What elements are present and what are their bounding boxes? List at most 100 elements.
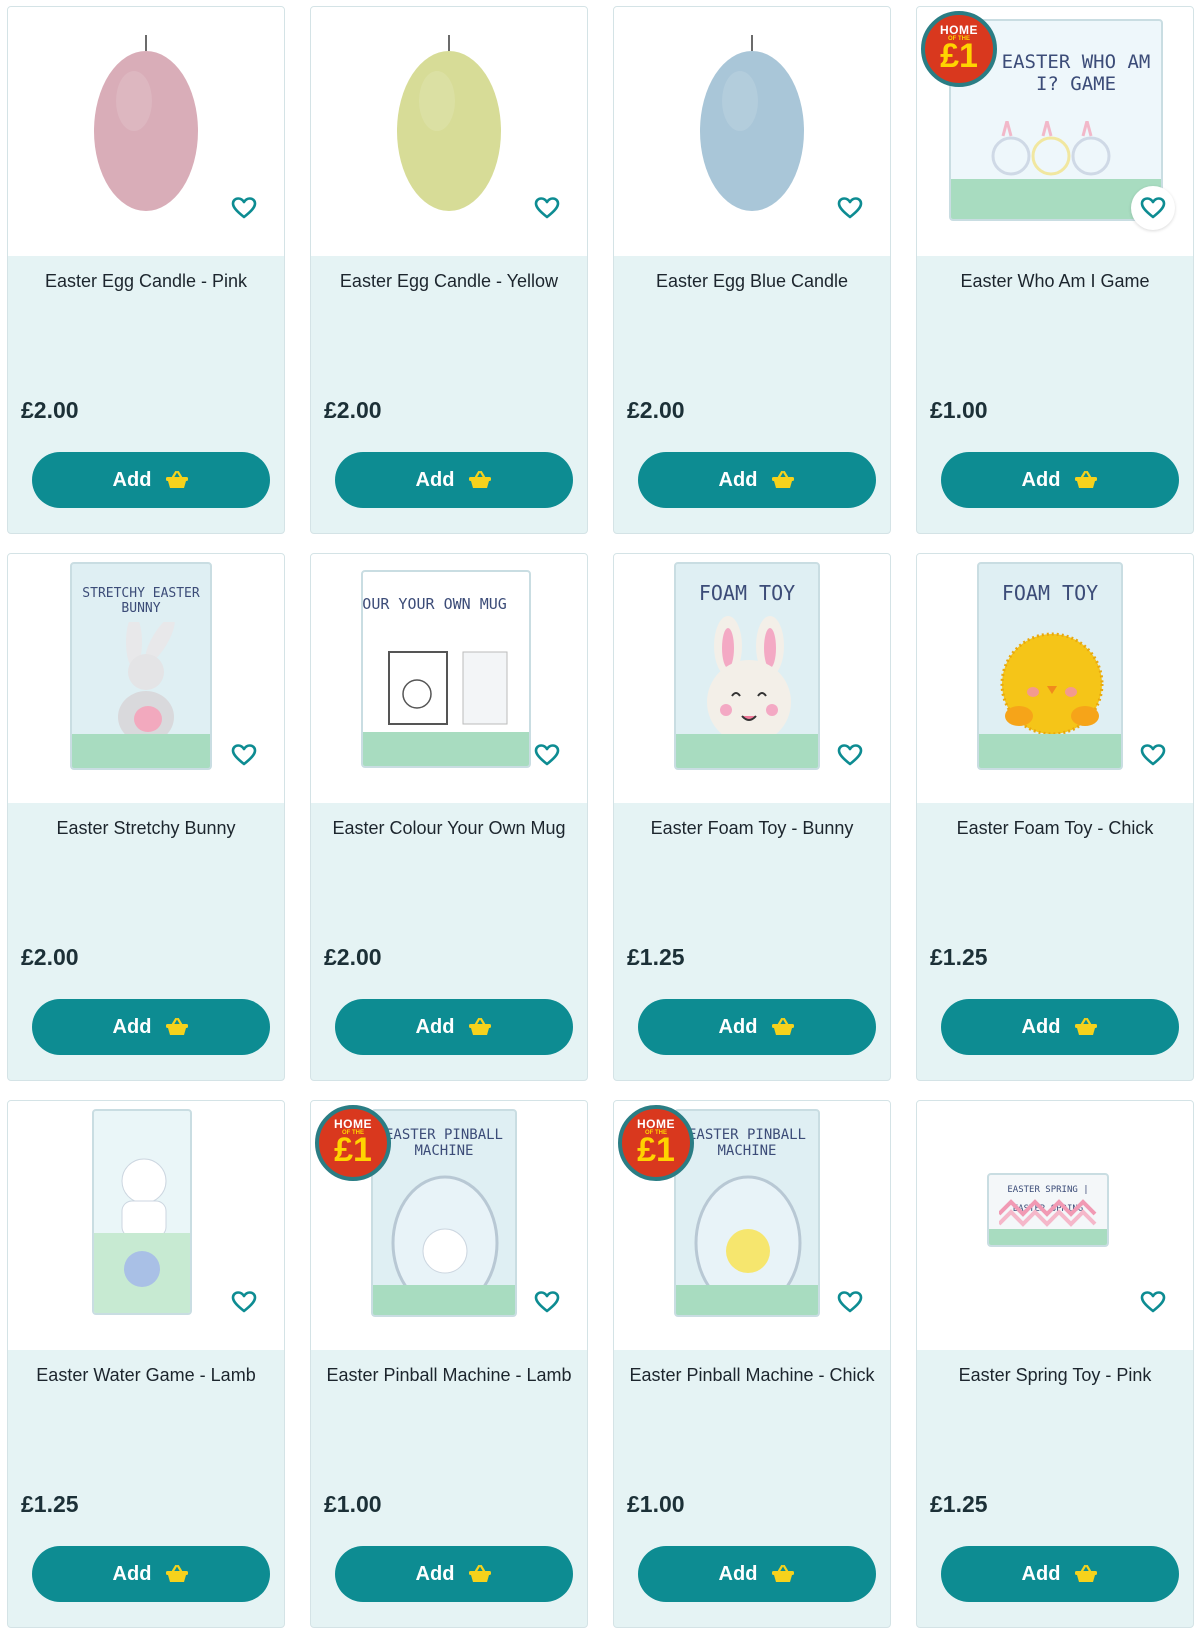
product-card[interactable]: Easter Egg Candle - Pink £2.00 Add — [7, 6, 285, 534]
product-image-area[interactable] — [614, 7, 890, 256]
product-image[interactable]: EASTER SPRING | EASTER SPRING — [987, 1173, 1109, 1247]
product-card[interactable]: FOAM TOY Easter Foam Toy - Bunny £1.25 Add — [613, 553, 891, 1081]
product-image-area[interactable]: STRETCHY EASTER BUNNY — [8, 554, 284, 803]
favourite-heart-icon[interactable] — [525, 186, 569, 230]
product-card[interactable]: COLOUR YOUR OWN MUG Easter Colour Your Ow… — [310, 553, 588, 1081]
product-image[interactable]: EASTER PINBALL MACHINE — [371, 1109, 517, 1317]
favourite-heart-icon[interactable] — [525, 733, 569, 777]
favourite-heart-icon[interactable] — [828, 186, 872, 230]
badge-line1: HOME — [334, 1117, 372, 1131]
product-card[interactable]: FOAM TOY Easter Foam Toy - Chick £1.25 Add — [916, 553, 1194, 1081]
favourite-heart-icon[interactable] — [1131, 1280, 1175, 1324]
add-to-basket-button[interactable]: Add — [32, 1546, 270, 1602]
product-card[interactable]: Easter Egg Candle - Yellow £2.00 Add — [310, 6, 588, 534]
add-button-label: Add — [415, 468, 455, 491]
add-to-basket-button[interactable]: Add — [335, 999, 573, 1055]
product-image-area[interactable]: EASTER SPRING | EASTER SPRING — [917, 1101, 1193, 1350]
add-to-basket-button[interactable]: Add — [941, 999, 1179, 1055]
product-title[interactable]: Easter Water Game - Lamb — [16, 1364, 276, 1387]
add-button-label: Add — [718, 468, 758, 491]
product-image-area[interactable]: EASTER WHO AM I? GAME HOME OF THE £1 — [917, 7, 1193, 256]
product-title[interactable]: Easter Egg Candle - Yellow — [319, 270, 579, 293]
product-card[interactable]: EASTER WHO AM I? GAME HOME OF THE £1 Easter … — [916, 6, 1194, 534]
product-price: £1.25 — [627, 944, 685, 970]
product-image[interactable] — [86, 21, 206, 226]
product-image[interactable]: STRETCHY EASTER BUNNY — [70, 562, 212, 770]
product-card[interactable]: EASTER PINBALL MACHINE HOME OF THE £1 Easter… — [613, 1100, 891, 1628]
favourite-heart-icon[interactable] — [222, 186, 266, 230]
product-image[interactable]: COLOUR YOUR OWN MUG — [361, 570, 531, 768]
product-price: £1.00 — [324, 1491, 382, 1517]
basket-icon — [1074, 470, 1098, 489]
add-to-basket-button[interactable]: Add — [335, 452, 573, 508]
product-title[interactable]: Easter Spring Toy - Pink — [925, 1364, 1185, 1387]
product-title[interactable]: Easter Foam Toy - Chick — [925, 817, 1185, 840]
basket-icon — [468, 470, 492, 489]
product-title[interactable]: Easter Who Am I Game — [925, 270, 1185, 293]
basket-icon — [771, 470, 795, 489]
badge-line1: HOME — [637, 1117, 675, 1131]
product-title[interactable]: Easter Egg Candle - Pink — [16, 270, 276, 293]
product-image-area[interactable] — [8, 1101, 284, 1350]
product-price: £2.00 — [324, 397, 382, 423]
badge-line3: £1 — [637, 1131, 675, 1169]
product-card[interactable]: EASTER PINBALL MACHINE HOME OF THE £1 Easter… — [310, 1100, 588, 1628]
product-image[interactable]: EASTER PINBALL MACHINE — [674, 1109, 820, 1317]
product-card[interactable]: Easter Egg Blue Candle £2.00 Add — [613, 6, 891, 534]
product-image[interactable]: FOAM TOY — [977, 562, 1123, 770]
product-image[interactable] — [692, 21, 812, 226]
product-title[interactable]: Easter Pinball Machine - Chick — [622, 1364, 882, 1387]
product-title[interactable]: Easter Pinball Machine - Lamb — [319, 1364, 579, 1387]
add-to-basket-button[interactable]: Add — [638, 999, 876, 1055]
basket-icon — [1074, 1017, 1098, 1036]
product-price: £1.25 — [930, 944, 988, 970]
product-image-area[interactable] — [311, 7, 587, 256]
add-to-basket-button[interactable]: Add — [941, 452, 1179, 508]
favourite-heart-icon[interactable] — [525, 1280, 569, 1324]
product-title[interactable]: Easter Foam Toy - Bunny — [622, 817, 882, 840]
product-grid: Easter Egg Candle - Pink £2.00 Add Easter E… — [7, 6, 1194, 1628]
favourite-heart-icon[interactable] — [222, 1280, 266, 1324]
product-card[interactable]: STRETCHY EASTER BUNNY Easter Stretchy Bun… — [7, 553, 285, 1081]
product-image[interactable]: FOAM TOY — [674, 562, 820, 770]
basket-icon — [468, 1564, 492, 1583]
product-image[interactable] — [92, 1109, 192, 1315]
basket-icon — [1074, 1564, 1098, 1583]
add-button-label: Add — [112, 468, 152, 491]
favourite-heart-icon[interactable] — [828, 1280, 872, 1324]
favourite-heart-icon[interactable] — [1131, 733, 1175, 777]
add-to-basket-button[interactable]: Add — [32, 452, 270, 508]
add-button-label: Add — [112, 1015, 152, 1038]
add-to-basket-button[interactable]: Add — [941, 1546, 1179, 1602]
product-image-area[interactable] — [8, 7, 284, 256]
home-of-the-pound-badge: HOME OF THE £1 — [315, 1105, 391, 1181]
product-card[interactable]: Easter Water Game - Lamb £1.25 Add — [7, 1100, 285, 1628]
add-button-label: Add — [415, 1015, 455, 1038]
home-of-the-pound-badge: HOME OF THE £1 — [921, 11, 997, 87]
product-image-area[interactable]: EASTER PINBALL MACHINE HOME OF THE £1 — [614, 1101, 890, 1350]
add-to-basket-button[interactable]: Add — [32, 999, 270, 1055]
favourite-heart-icon[interactable] — [828, 733, 872, 777]
home-of-the-pound-badge: HOME OF THE £1 — [618, 1105, 694, 1181]
add-button-label: Add — [1021, 1562, 1061, 1585]
add-button-label: Add — [1021, 1015, 1061, 1038]
product-title[interactable]: Easter Egg Blue Candle — [622, 270, 882, 293]
product-title[interactable]: Easter Stretchy Bunny — [16, 817, 276, 840]
product-image-area[interactable]: COLOUR YOUR OWN MUG — [311, 554, 587, 803]
product-image-area[interactable]: FOAM TOY — [917, 554, 1193, 803]
product-image[interactable] — [389, 21, 509, 226]
product-image-area[interactable]: EASTER PINBALL MACHINE HOME OF THE £1 — [311, 1101, 587, 1350]
product-price: £1.00 — [627, 1491, 685, 1517]
product-card[interactable]: EASTER SPRING | EASTER SPRING Easter Spri… — [916, 1100, 1194, 1628]
badge-line1: HOME — [940, 23, 978, 37]
product-image-area[interactable]: FOAM TOY — [614, 554, 890, 803]
add-to-basket-button[interactable]: Add — [638, 1546, 876, 1602]
favourite-heart-icon[interactable] — [222, 733, 266, 777]
basket-icon — [771, 1017, 795, 1036]
favourite-heart-icon[interactable] — [1131, 186, 1175, 230]
product-price: £2.00 — [324, 944, 382, 970]
add-to-basket-button[interactable]: Add — [335, 1546, 573, 1602]
add-to-basket-button[interactable]: Add — [638, 452, 876, 508]
product-price: £2.00 — [21, 397, 79, 423]
product-title[interactable]: Easter Colour Your Own Mug — [319, 817, 579, 840]
